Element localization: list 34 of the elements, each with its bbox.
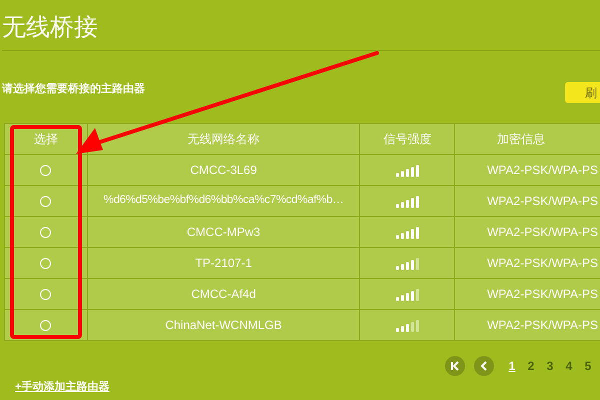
first-page-button[interactable] [445, 356, 465, 376]
page-link[interactable]: 4 [564, 357, 574, 375]
column-header: 无线网络名称 [87, 124, 360, 154]
column-header: 加密信息 [454, 124, 600, 154]
previous-page-button[interactable] [474, 356, 494, 376]
signal-icon [396, 258, 419, 270]
signal-icon [396, 288, 419, 301]
table-cell: TP-2107-1 [87, 248, 360, 278]
signal-icon [396, 320, 419, 332]
first-page-icon [450, 361, 460, 371]
radio-button[interactable] [40, 258, 52, 270]
signal-icon [396, 226, 419, 239]
page-title: 无线桥接 [1, 13, 98, 43]
instruction-text: 请选择您需要桥接的主路由器 [0, 83, 145, 95]
radio-button[interactable] [40, 320, 52, 332]
signal-icon [396, 196, 419, 208]
radio-button[interactable] [40, 227, 52, 238]
page-link[interactable]: 1 [507, 357, 517, 375]
page-link[interactable]: 5 [583, 357, 593, 375]
column-header: 信号强度 [360, 124, 455, 154]
radio-button[interactable] [40, 165, 52, 176]
page-link[interactable]: 3 [545, 357, 555, 375]
page-link[interactable]: 2 [526, 357, 536, 375]
signal-icon [396, 164, 419, 177]
table-cell: CMCC-Af4d [87, 278, 360, 310]
table-cell: %d6%d5%be%bf%d6%bb%ca%c7%cd%af%b… [87, 186, 360, 216]
table-cell: CMCC-3L69 [87, 154, 360, 186]
refresh-button[interactable]: 刷 [565, 82, 600, 103]
table-cell: CMCC-MPw3 [87, 216, 360, 248]
chevron-left-icon [479, 361, 489, 371]
table-cell: ChinaNet-WCNMLGB [87, 310, 360, 340]
radio-button[interactable] [40, 196, 52, 208]
radio-button[interactable] [40, 289, 52, 300]
add-router-link[interactable]: +手动添加主路由器 [15, 382, 110, 393]
